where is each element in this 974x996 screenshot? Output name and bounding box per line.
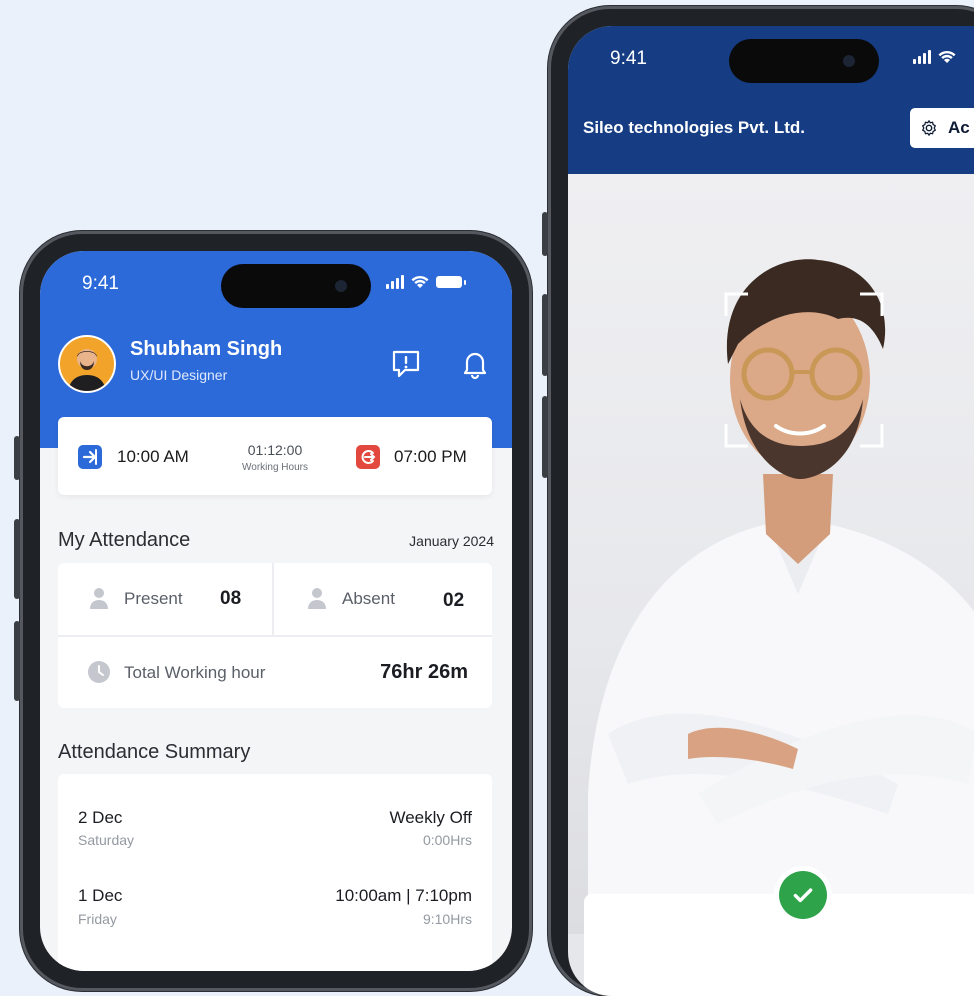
right-phone-frame: 9:41 Sileo technologies Pvt. Ltd. Ac (542, 6, 974, 996)
present-value: 08 (220, 588, 242, 609)
summary-date: 1 Dec (78, 886, 123, 905)
company-name: Sileo technologies Pvt. Ltd. (583, 118, 805, 137)
action-button-label: Ac (948, 118, 970, 137)
check-out-icon (356, 445, 380, 469)
absent-label: Absent (342, 589, 395, 608)
working-duration: 01:12:00 (247, 442, 303, 458)
summary-status: 10:00am | 7:10pm (335, 886, 472, 905)
working-duration-label: Working Hours (242, 462, 308, 473)
status-time: 9:41 (82, 273, 119, 294)
person-photo-illustration (588, 259, 974, 934)
user-role: UX/UI Designer (130, 367, 228, 383)
alert-message-icon[interactable] (389, 347, 423, 381)
summary-hours: 9:10Hrs (422, 911, 472, 927)
check-in-icon (78, 445, 102, 469)
action-button[interactable]: Ac (910, 108, 974, 148)
signal-icon (386, 275, 404, 289)
right-phone-screen: 9:41 Sileo technologies Pvt. Ltd. Ac (568, 26, 974, 996)
total-hours-value: 76hr 26m (380, 661, 468, 683)
status-icons (913, 50, 956, 64)
summary-day: Friday (78, 911, 117, 927)
user-name: Shubham Singh (130, 338, 283, 360)
attendance-title: My Attendance (58, 529, 191, 551)
person-icon (308, 588, 326, 609)
summary-day: Saturday (78, 832, 135, 848)
volume-button (542, 396, 548, 478)
signal-icon (913, 50, 931, 64)
face-scan-view (568, 174, 974, 934)
gear-icon (922, 120, 936, 136)
bell-icon[interactable] (458, 347, 492, 381)
volume-button (14, 436, 20, 480)
summary-card: 2 Dec Saturday Weekly Off 0:00Hrs 1 Dec … (58, 774, 492, 971)
absent-value: 02 (443, 590, 465, 611)
wifi-icon (938, 50, 956, 63)
check-in-time: 10:00 AM (117, 447, 189, 466)
success-check-badge (774, 866, 832, 924)
attendance-month[interactable]: January 2024 (409, 533, 494, 549)
summary-hours: 0:00Hrs (422, 832, 472, 848)
summary-date: 2 Dec (78, 808, 123, 827)
volume-button (14, 519, 20, 599)
volume-button (14, 621, 20, 701)
total-hours-label: Total Working hour (124, 663, 266, 682)
clock-icon (88, 661, 110, 683)
left-phone-frame: 9:41 Shubham Singh UX/UI Designer 10:00 … (14, 231, 532, 991)
dynamic-island (729, 39, 879, 83)
summary-title: Attendance Summary (58, 741, 251, 763)
avatar[interactable] (58, 335, 116, 393)
check-time-card: 10:00 AM 01:12:00 Working Hours 07:00 PM (58, 417, 492, 495)
person-icon (90, 588, 108, 609)
check-out-time: 07:00 PM (394, 447, 467, 466)
battery-icon (436, 276, 466, 288)
dynamic-island (221, 264, 371, 308)
volume-button (542, 212, 548, 256)
avatar-illustration-icon (68, 349, 106, 391)
status-icons (386, 275, 466, 289)
attendance-card: Present 08 Absent 02 Total Working hour … (58, 563, 492, 708)
status-time: 9:41 (610, 48, 647, 69)
present-label: Present (124, 589, 183, 608)
summary-status: Weekly Off (389, 808, 472, 827)
check-icon (793, 888, 813, 903)
wifi-icon (411, 275, 429, 288)
left-phone-screen: 9:41 Shubham Singh UX/UI Designer 10:00 … (40, 251, 512, 971)
volume-button (542, 294, 548, 376)
